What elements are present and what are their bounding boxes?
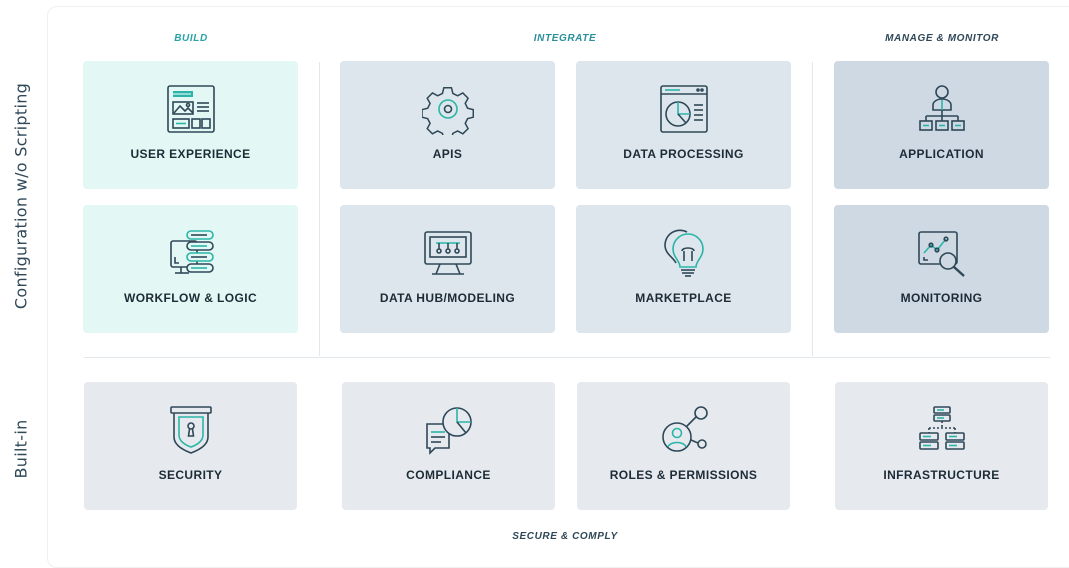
layout-wireframe-icon <box>165 83 217 135</box>
tile-label: ROLES & PERMISSIONS <box>609 468 758 482</box>
tile-application[interactable]: APPLICATION <box>834 61 1049 189</box>
tile-apis[interactable]: APIS <box>340 61 555 189</box>
side-label-configuration: Configuration w/o Scripting <box>11 82 31 310</box>
tile-security[interactable]: SECURITY <box>84 382 297 510</box>
tile-label: DATA HUB/MODELING <box>379 291 516 305</box>
tile-monitoring[interactable]: MONITORING <box>834 205 1049 333</box>
tile-label: USER EXPERIENCE <box>130 147 251 161</box>
tile-label: COMPLIANCE <box>406 468 491 482</box>
section-heading-manage-monitor: MANAGE & MONITOR <box>885 33 999 44</box>
tile-label: APPLICATION <box>899 147 984 161</box>
tile-data-hub-modeling[interactable]: DATA HUB/MODELING <box>340 205 555 333</box>
divider-horizontal <box>84 357 1050 358</box>
tile-label: DATA PROCESSING <box>623 147 744 161</box>
tile-label: MARKETPLACE <box>635 291 732 305</box>
section-heading-build: BUILD <box>174 33 208 44</box>
shield-lock-icon <box>165 404 217 456</box>
tile-compliance[interactable]: COMPLIANCE <box>342 382 555 510</box>
tile-roles-permissions[interactable]: ROLES & PERMISSIONS <box>577 382 790 510</box>
tile-label: MONITORING <box>900 291 983 305</box>
tile-marketplace[interactable]: MARKETPLACE <box>576 205 791 333</box>
chart-magnifier-icon <box>916 227 968 279</box>
tile-user-experience[interactable]: USER EXPERIENCE <box>83 61 298 189</box>
monitor-stack-icon <box>165 227 217 279</box>
lightbulb-icon <box>658 227 710 279</box>
org-hierarchy-icon <box>916 83 968 135</box>
browser-pie-chart-icon <box>658 83 710 135</box>
divider-integrate-manage <box>812 62 813 356</box>
gear-icon <box>421 83 474 135</box>
section-heading-integrate: INTEGRATE <box>533 33 597 44</box>
side-label-built-in: Built-in <box>11 419 31 479</box>
tile-data-processing[interactable]: DATA PROCESSING <box>576 61 791 189</box>
section-heading-secure-comply: SECURE & COMPLY <box>512 531 618 542</box>
divider-build-integrate <box>319 62 320 356</box>
tile-label: WORKFLOW & LOGIC <box>123 291 258 305</box>
user-network-icon <box>658 404 710 456</box>
monitor-nodes-icon <box>422 227 474 279</box>
tile-label: INFRASTRUCTURE <box>883 468 1000 482</box>
tile-label: SECURITY <box>158 468 223 482</box>
tile-infrastructure[interactable]: INFRASTRUCTURE <box>835 382 1048 510</box>
server-tree-icon <box>916 404 968 456</box>
tile-label: APIS <box>432 147 463 161</box>
tile-workflow-logic[interactable]: WORKFLOW & LOGIC <box>83 205 298 333</box>
document-pie-icon <box>423 404 475 456</box>
